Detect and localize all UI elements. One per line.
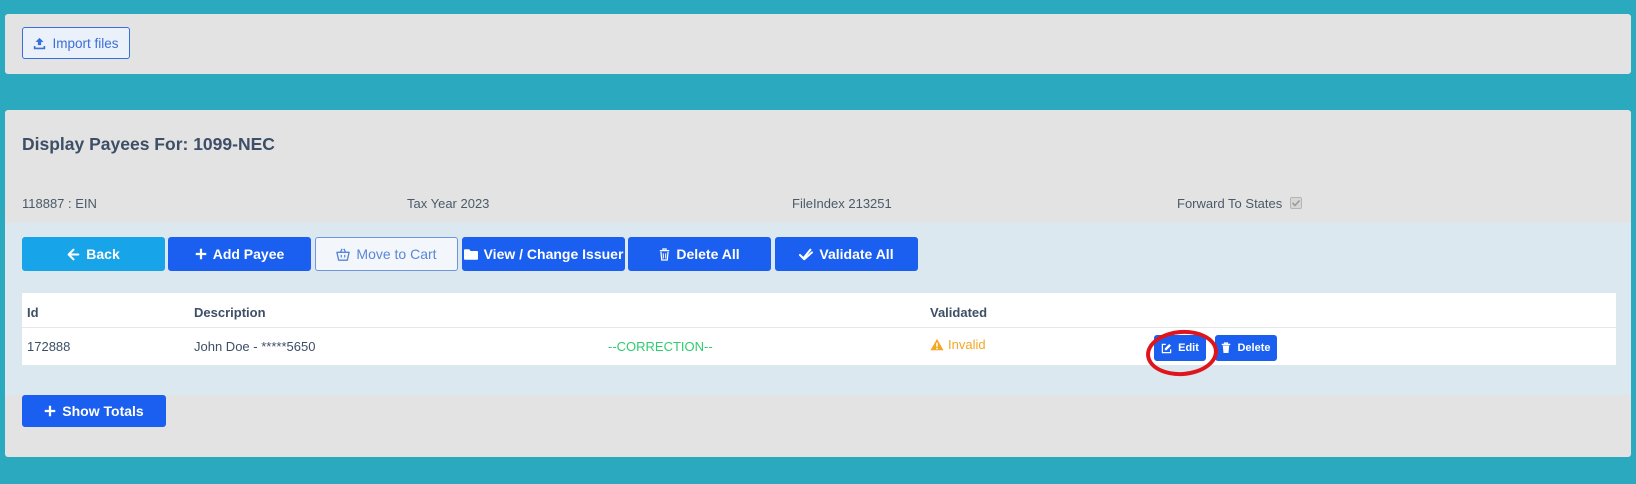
- show-totals-button[interactable]: Show Totals: [22, 395, 166, 427]
- folder-icon: [463, 249, 478, 260]
- row-description: John Doe - *****5650: [194, 339, 316, 354]
- validate-all-button[interactable]: Validate All: [775, 237, 918, 271]
- edit-label: Edit: [1178, 342, 1199, 354]
- row-validated-label: Invalid: [948, 337, 986, 352]
- header-description: Description: [194, 305, 266, 320]
- check-double-icon: [799, 248, 814, 260]
- view-change-issuer-button[interactable]: View / Change Issuer: [462, 237, 625, 271]
- delete-all-button[interactable]: Delete All: [628, 237, 771, 271]
- warning-icon: [930, 338, 944, 351]
- upload-icon: [34, 37, 46, 49]
- row-validated: Invalid: [930, 337, 986, 352]
- payees-panel: Display Payees For: 1099-NEC 118887 : EI…: [5, 110, 1631, 457]
- header-validated: Validated: [930, 305, 988, 320]
- forward-to-states-label: Forward To States: [1177, 196, 1283, 211]
- show-totals-label: Show Totals: [62, 403, 144, 419]
- forward-to-states-checkbox[interactable]: [1289, 197, 1302, 209]
- delete-label: Delete: [1237, 342, 1271, 354]
- payees-table: Id Description Validated 172888 John Doe…: [22, 293, 1616, 379]
- validate-all-label: Validate All: [819, 246, 894, 262]
- header-id: Id: [27, 305, 39, 320]
- edit-button[interactable]: Edit: [1154, 335, 1206, 361]
- page-title: Display Payees For: 1099-NEC: [22, 134, 275, 154]
- delete-all-label: Delete All: [676, 246, 740, 262]
- import-files-label: Import files: [52, 35, 119, 51]
- arrow-left-icon: [67, 248, 80, 260]
- edit-icon: [1161, 343, 1172, 353]
- add-payee-button[interactable]: Add Payee: [168, 237, 311, 271]
- file-index-text: FileIndex 213251: [792, 196, 892, 211]
- tax-year-text: Tax Year 2023: [407, 196, 490, 211]
- back-label: Back: [86, 246, 120, 262]
- back-button[interactable]: Back: [22, 237, 165, 271]
- add-payee-label: Add Payee: [212, 246, 285, 262]
- row-id: 172888: [27, 339, 71, 354]
- trash-icon: [1222, 342, 1231, 353]
- move-to-cart-button[interactable]: Move to Cart: [315, 237, 458, 271]
- import-files-button[interactable]: Import files: [22, 27, 130, 59]
- trash-icon: [660, 247, 670, 261]
- move-to-cart-label: Move to Cart: [356, 246, 437, 262]
- row-correction-status: --CORRECTION--: [608, 339, 713, 354]
- basket-icon: [336, 248, 351, 261]
- delete-payee-button[interactable]: Delete: [1215, 335, 1277, 361]
- plus-icon: [195, 248, 206, 260]
- plus-icon: [45, 405, 56, 417]
- ein-text: 118887 : EIN: [22, 196, 97, 211]
- table-divider: [22, 327, 1616, 328]
- import-panel: Import files: [5, 14, 1631, 74]
- forward-to-states: Forward To States: [1177, 196, 1302, 211]
- view-change-issuer-label: View / Change Issuer: [483, 246, 624, 262]
